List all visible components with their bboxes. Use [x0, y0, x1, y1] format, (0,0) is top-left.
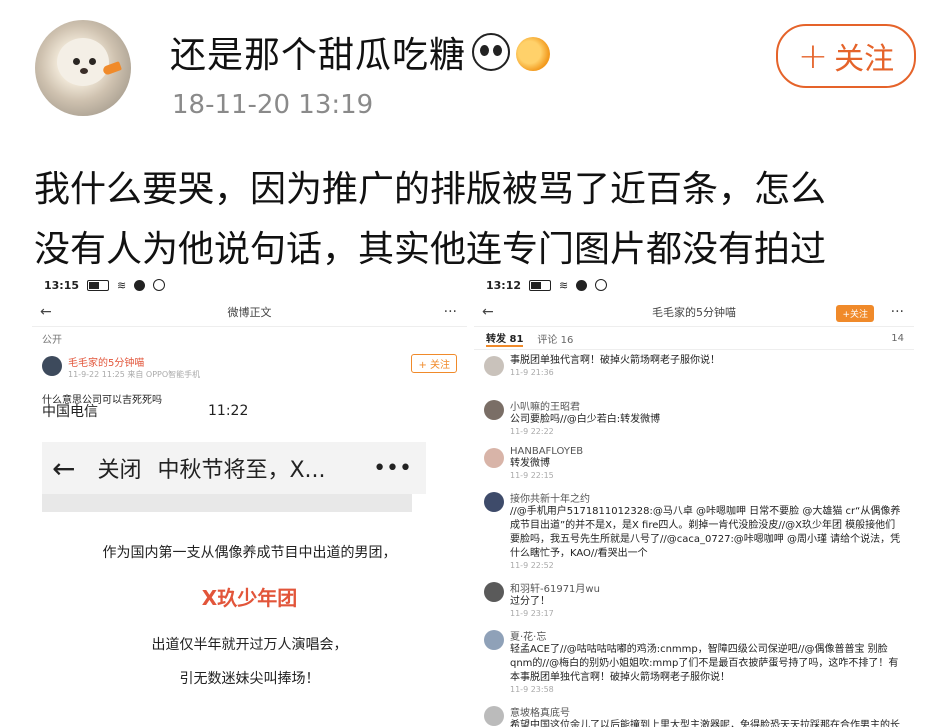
comment-author[interactable]: 夏·花·忘 [510, 628, 904, 643]
tab-bar: 转发 81 评论 16 14 [474, 327, 914, 350]
tab-comment[interactable]: 评论 16 [537, 331, 573, 346]
promo-line-3: 引无数迷妹尖叫捧场！ [179, 671, 320, 687]
follow-small-button[interactable]: + 关注 [411, 354, 457, 373]
more-icon[interactable]: ··· [891, 304, 904, 320]
comment-text: 希望中国这位余儿了以后能撞到上里大型主激器呢，免得脸恐天天拉踩那在合作男主的长相… [510, 720, 900, 727]
inner-more-icon[interactable]: ••• [373, 456, 412, 481]
comment-avatar[interactable] [484, 356, 504, 376]
back-arrow-icon[interactable]: ← [482, 304, 494, 320]
inner-time: 11:22 [208, 403, 249, 419]
follow-small-button[interactable]: +关注 [836, 305, 874, 322]
close-link[interactable]: 关闭 [97, 452, 141, 484]
comment-author[interactable]: 意坡格真底号 [510, 704, 904, 719]
comment-item[interactable]: 小叭嘛的王昭君 公司要脸吗//@白少若白:转发微博 11-9 22:22 [474, 394, 914, 442]
post-text: 我什么要哭，因为推广的排版被骂了近百条，怎么 没有人为他说句话，其实他连专门图片… [34, 160, 914, 280]
battery-icon [529, 279, 552, 291]
comment-text: 轻孟ACE了//@咕咕咕咕嘟的鸡汤:cnmmp，智障四级公司保逆吧//@偶像普普… [510, 644, 899, 683]
comment-avatar[interactable] [484, 582, 504, 602]
wifi-icon: ≋ [559, 278, 569, 292]
inner-carrier: 中国电信 [42, 404, 98, 420]
pufferfish-icon [516, 37, 551, 71]
comment-author[interactable]: 接你共新十年之约 [510, 490, 904, 505]
promo-line-1: 作为国内第一支从偶像养成节目中出道的男团， [102, 545, 397, 561]
info-icon [595, 279, 608, 291]
comment-text: 转发微博 [510, 458, 550, 469]
comment-time: 11-9 23:58 [510, 685, 554, 694]
top-bar-title: 微博正文 [227, 306, 272, 319]
top-bar: ← 毛毛家的5分钟喵 +关注 ··· [474, 298, 914, 327]
status-bar: 13:15 ≋ [32, 272, 467, 298]
comment-time: 11-9 21:36 [510, 368, 554, 377]
comment-text: //@手机用户5171811012328:@马八卓 @咔嗯咖呷 日常不要脸 @大… [510, 506, 901, 559]
poster-row: 毛毛家的5分钟喵 11-9-22 11:25 来自 OPPO智能手机 + 关注 [32, 350, 467, 394]
record-icon [134, 279, 146, 291]
comment-item[interactable]: 意坡格真底号 希望中国这位余儿了以后能撞到上里大型主激器呢，免得脸恐天天拉踩那在合… [474, 700, 914, 727]
poster-name[interactable]: 毛毛家的5分钟喵 [68, 354, 457, 369]
inner-page-title: 中秋节将至，X... [157, 458, 326, 483]
top-bar: ← 微博正文 ··· [32, 298, 467, 327]
comment-list: 事脱团单独代言啊！破掉火箭场啊老子服你说！ 11-9 21:36 小叭嘛的王昭君 公司… [474, 350, 914, 727]
back-arrow-icon[interactable]: ← [40, 304, 52, 320]
comment-author[interactable]: HANBAFLOYEB [510, 446, 904, 457]
post-header: 还是那个甜瓜吃糖 18-11-20 13:19 + 关注 [0, 0, 928, 140]
comment-item[interactable]: 事脱团单独代言啊！破掉火箭场啊老子服你说！ 11-9 21:36 [474, 350, 914, 394]
poster-meta: 11-9-22 11:25 来自 OPPO智能手机 [68, 370, 201, 379]
comment-avatar[interactable] [484, 706, 504, 726]
comment-time: 11-9 23:17 [510, 609, 554, 618]
comment-avatar[interactable] [484, 630, 504, 650]
plus-icon: + [797, 35, 829, 77]
tab-repost[interactable]: 转发 81 [486, 330, 524, 347]
battery-icon [87, 279, 110, 291]
wifi-icon: ≋ [117, 278, 127, 292]
promo-line-2: 出道仅半年就开过万人演唱会， [151, 637, 348, 653]
comment-item[interactable]: 和羽轩-61971月wu 过分了！ 11-9 23:17 [474, 576, 914, 624]
promo-group-name: X玖少年团 [201, 586, 298, 610]
poster-avatar[interactable] [42, 356, 62, 376]
more-icon[interactable]: ··· [444, 304, 457, 320]
comment-avatar[interactable] [484, 448, 504, 468]
panda-icon [472, 33, 511, 71]
comment-text: 过分了！ [510, 596, 550, 607]
username[interactable]: 还是那个甜瓜吃糖 [170, 26, 551, 78]
post-timestamp: 18-11-20 13:19 [172, 90, 374, 120]
like-count[interactable]: 14 [891, 333, 904, 344]
post-text-line2: 没有人为他说句话，其实他连专门图片都没有拍过 [34, 229, 827, 270]
follow-button[interactable]: + 关注 [776, 24, 916, 88]
comment-item[interactable]: 夏·花·忘 轻孟ACE了//@咕咕咕咕嘟的鸡汤:cnmmp，智障四级公司保逆吧//… [474, 624, 914, 700]
inner-nav-bar: ← 关闭 中秋节将至，X... ••• [42, 442, 426, 494]
embedded-screenshot-left[interactable]: 13:15 ≋ ← 微博正文 ··· 公开 毛毛家的5分钟喵 11-9-22 1… [32, 272, 467, 727]
comment-author[interactable]: 小叭嘛的王昭君 [510, 398, 904, 413]
comment-avatar[interactable] [484, 492, 504, 512]
comment-text: 事脱团单独代言啊！破掉火箭场啊老子服你说！ [510, 355, 720, 366]
comment-item[interactable]: 接你共新十年之约//@手机用户5171811012328:@马八卓 @咔嗯咖呷 … [474, 486, 914, 576]
follow-label: 关注 [834, 42, 895, 77]
visibility-label: 公开 [42, 335, 62, 346]
record-icon [576, 279, 588, 291]
comment-time: 11-9 22:15 [510, 471, 554, 480]
comment-avatar[interactable] [484, 400, 504, 420]
inner-back-icon[interactable]: ← [52, 452, 75, 485]
comment-item[interactable]: HANBAFLOYEB 转发微博 11-9 22:15 [474, 442, 914, 486]
info-icon [153, 279, 166, 291]
status-time: 13:15 [44, 278, 80, 292]
inner-status-bar: 中国电信 11:22 [42, 400, 426, 422]
avatar[interactable] [35, 20, 131, 116]
comment-author[interactable]: 和羽轩-61971月wu [510, 580, 904, 595]
username-text[interactable]: 还是那个甜瓜吃糖 [170, 35, 466, 76]
comment-time: 11-9 22:52 [510, 561, 554, 570]
embedded-screenshot-right[interactable]: 13:12 ≋ ← 毛毛家的5分钟喵 +关注 ··· 转发 81 评论 16 1… [474, 272, 914, 727]
status-time: 13:12 [486, 278, 522, 292]
post-text-line1: 我什么要哭，因为推广的排版被骂了近百条，怎么 [34, 169, 827, 210]
status-bar: 13:12 ≋ [474, 272, 914, 298]
comment-time: 11-9 22:22 [510, 427, 554, 436]
comment-text: 公司要脸吗//@白少若白:转发微博 [510, 414, 661, 425]
